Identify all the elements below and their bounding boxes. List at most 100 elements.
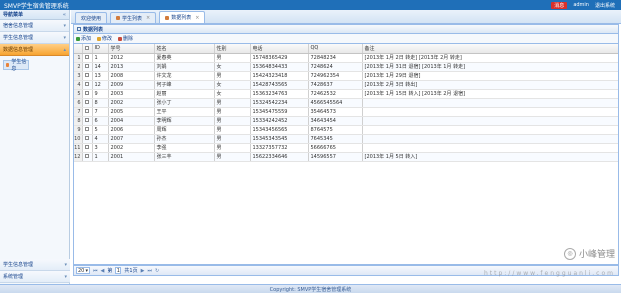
logout-link[interactable]: 退出系统 xyxy=(595,2,615,9)
cell-sno: 2013 xyxy=(108,62,155,72)
row-checkbox[interactable] xyxy=(84,55,89,59)
cell-name: 赵丽 xyxy=(154,89,215,99)
column-header-sno[interactable]: 学号 xyxy=(108,44,155,54)
table-row[interactable]: 7 7 2005 王平男 15345475559 35464573 xyxy=(74,107,618,117)
cell-id: 14 xyxy=(92,62,109,72)
cell-sex: 男 xyxy=(214,152,251,162)
delete-button[interactable]: 删除 xyxy=(118,35,133,42)
cell-id: 9 xyxy=(92,89,109,99)
close-icon[interactable]: × xyxy=(195,15,199,21)
table-row[interactable]: 4 12 2009 何子峰女 15428743565 7428637 [2013年 2月 3… xyxy=(74,80,618,90)
column-header-select[interactable] xyxy=(82,44,93,54)
row-number: 4 xyxy=(74,80,83,90)
cell-sno: 2004 xyxy=(108,116,155,126)
tab-bar: 欢迎使用 学生列表 × 数据列表 × xyxy=(71,10,621,24)
cell-name: 夏春英 xyxy=(154,53,215,63)
page-size-select[interactable]: 20 ▾ xyxy=(76,267,90,274)
row-checkbox[interactable] xyxy=(84,154,89,158)
select-all-checkbox[interactable] xyxy=(84,45,89,50)
cell-id: 1 xyxy=(92,152,109,162)
column-header-phone[interactable]: 电话 xyxy=(250,44,309,54)
table-row[interactable]: 11 3 2002 李强男 13327357732 56666765 xyxy=(74,143,618,153)
app-title: SMVP学生宿舍管理系统 xyxy=(4,2,69,10)
add-label: 添加 xyxy=(81,36,92,42)
data-table: ID 学号 姓名 性别 电话 QQ 备注 1 1 2012 夏春英男 157483654… xyxy=(74,44,618,162)
tab-welcome[interactable]: 欢迎使用 xyxy=(75,12,108,23)
row-checkbox[interactable] xyxy=(84,145,89,149)
collapse-icon[interactable]: « xyxy=(63,12,66,18)
column-header-id[interactable]: ID xyxy=(92,44,109,54)
column-header-note[interactable]: 备注 xyxy=(362,44,618,54)
cell-note xyxy=(362,107,618,117)
first-page-button[interactable]: ⏮ xyxy=(93,268,98,274)
cell-sex: 男 xyxy=(214,143,251,153)
cell-sno: 2002 xyxy=(108,98,155,108)
edit-icon xyxy=(97,36,102,41)
tab-student-list[interactable]: 学生列表 × xyxy=(110,12,157,23)
row-checkbox[interactable] xyxy=(84,118,89,122)
cell-note: [2013年 1月 29日 退宿] xyxy=(362,71,618,81)
row-select-cell xyxy=(82,143,93,153)
row-select-cell xyxy=(82,71,93,81)
cell-note xyxy=(362,143,618,153)
toolbar: 添加 修改 删除 xyxy=(73,34,619,43)
add-button[interactable]: 添加 xyxy=(76,35,91,42)
cell-name: 周辉 xyxy=(154,125,215,135)
column-header-qq[interactable]: QQ xyxy=(308,44,363,54)
row-checkbox[interactable] xyxy=(84,127,89,131)
delete-icon xyxy=(118,36,123,41)
table-row[interactable]: 3 13 2008 许文龙男 15424323418 724962354 [2013年 1月… xyxy=(74,71,618,81)
prev-page-button[interactable]: ◀ xyxy=(101,268,105,274)
table-row[interactable]: 12 1 2001 张三丰男 15622334646 14596557 [2013年 1月 … xyxy=(74,152,618,162)
page-number-input[interactable]: 1 xyxy=(115,267,122,274)
cell-id: 8 xyxy=(92,98,109,108)
sidebar-header: 导航菜单 « xyxy=(0,10,69,20)
cell-id: 6 xyxy=(92,116,109,126)
cell-note: [2013年 1月 15日 转入] [2013年 2月 退宿] xyxy=(362,89,618,99)
cell-name: 何子峰 xyxy=(154,80,215,90)
table-row[interactable]: 8 6 2004 李明辉男 15334242452 34643454 xyxy=(74,116,618,126)
column-header-sex[interactable]: 性别 xyxy=(214,44,251,54)
row-checkbox[interactable] xyxy=(84,82,89,86)
cell-phone: 15424323418 xyxy=(250,71,309,81)
row-select-cell xyxy=(82,152,93,162)
last-page-button[interactable]: ⏭ xyxy=(147,268,152,274)
row-number: 9 xyxy=(74,125,83,135)
table-row[interactable]: 5 9 2003 赵丽女 15363234763 72462532 [2013年 1月 15… xyxy=(74,89,618,99)
row-checkbox[interactable] xyxy=(84,136,89,140)
row-checkbox[interactable] xyxy=(84,100,89,104)
chevron-down-icon: ▾ xyxy=(64,273,67,280)
cell-sno: 2003 xyxy=(108,89,155,99)
column-header-name[interactable]: 姓名 xyxy=(154,44,215,54)
sidebar-group-student[interactable]: 学生信息管理 ▾ xyxy=(0,32,69,44)
cell-phone: 15345475559 xyxy=(250,107,309,117)
table-row[interactable]: 6 8 2002 张小丁男 15324542234 4566545564 xyxy=(74,98,618,108)
data-grid: ID 学号 姓名 性别 电话 QQ 备注 1 1 2012 夏春英男 157483654… xyxy=(73,43,619,265)
sidebar-group-data[interactable]: 数据信息管理 ▴ xyxy=(0,44,69,56)
sidebar: 导航菜单 « 宿舍信息管理 ▾ 学生信息管理 ▾ 数据信息管理 ▴ 学生信息 学… xyxy=(0,10,70,284)
cell-name: 王平 xyxy=(154,107,215,117)
cell-note xyxy=(362,125,618,135)
cell-phone: 15343456565 xyxy=(250,125,309,135)
cell-phone: 15622334646 xyxy=(250,152,309,162)
row-checkbox[interactable] xyxy=(84,91,89,95)
refresh-icon[interactable]: ↻ xyxy=(155,268,159,274)
table-row[interactable]: 10 4 2007 孙杰男 15345343545 7645345 xyxy=(74,134,618,144)
sidebar-group-dorm[interactable]: 宿舍信息管理 ▾ xyxy=(0,20,69,32)
edit-button[interactable]: 修改 xyxy=(97,35,112,42)
close-icon[interactable]: × xyxy=(146,15,150,21)
table-row[interactable]: 1 1 2012 夏春英男 15748365429 72848234 [2013年 1月 2… xyxy=(74,53,618,63)
sidebar-group-system[interactable]: 系统管理 ▾ xyxy=(0,271,70,283)
tab-label: 数据列表 xyxy=(171,15,192,21)
user-label[interactable]: admin xyxy=(573,2,589,8)
table-row[interactable]: 9 5 2006 周辉男 15343456565 8764575 xyxy=(74,125,618,135)
tab-data-list[interactable]: 数据列表 × xyxy=(159,11,206,23)
alert-badge[interactable]: 消息 xyxy=(551,1,568,9)
sidebar-group-student-bottom[interactable]: 学生信息管理 ▾ xyxy=(0,259,70,271)
row-checkbox[interactable] xyxy=(84,73,89,77)
next-page-button[interactable]: ▶ xyxy=(141,268,145,274)
row-checkbox[interactable] xyxy=(84,109,89,113)
table-row[interactable]: 2 14 2013 刘娟女 15364834433 7248624 [2013年 1月 31… xyxy=(74,62,618,72)
sidebar-item-student-info[interactable]: 学生信息 xyxy=(3,59,29,72)
row-checkbox[interactable] xyxy=(84,64,89,68)
